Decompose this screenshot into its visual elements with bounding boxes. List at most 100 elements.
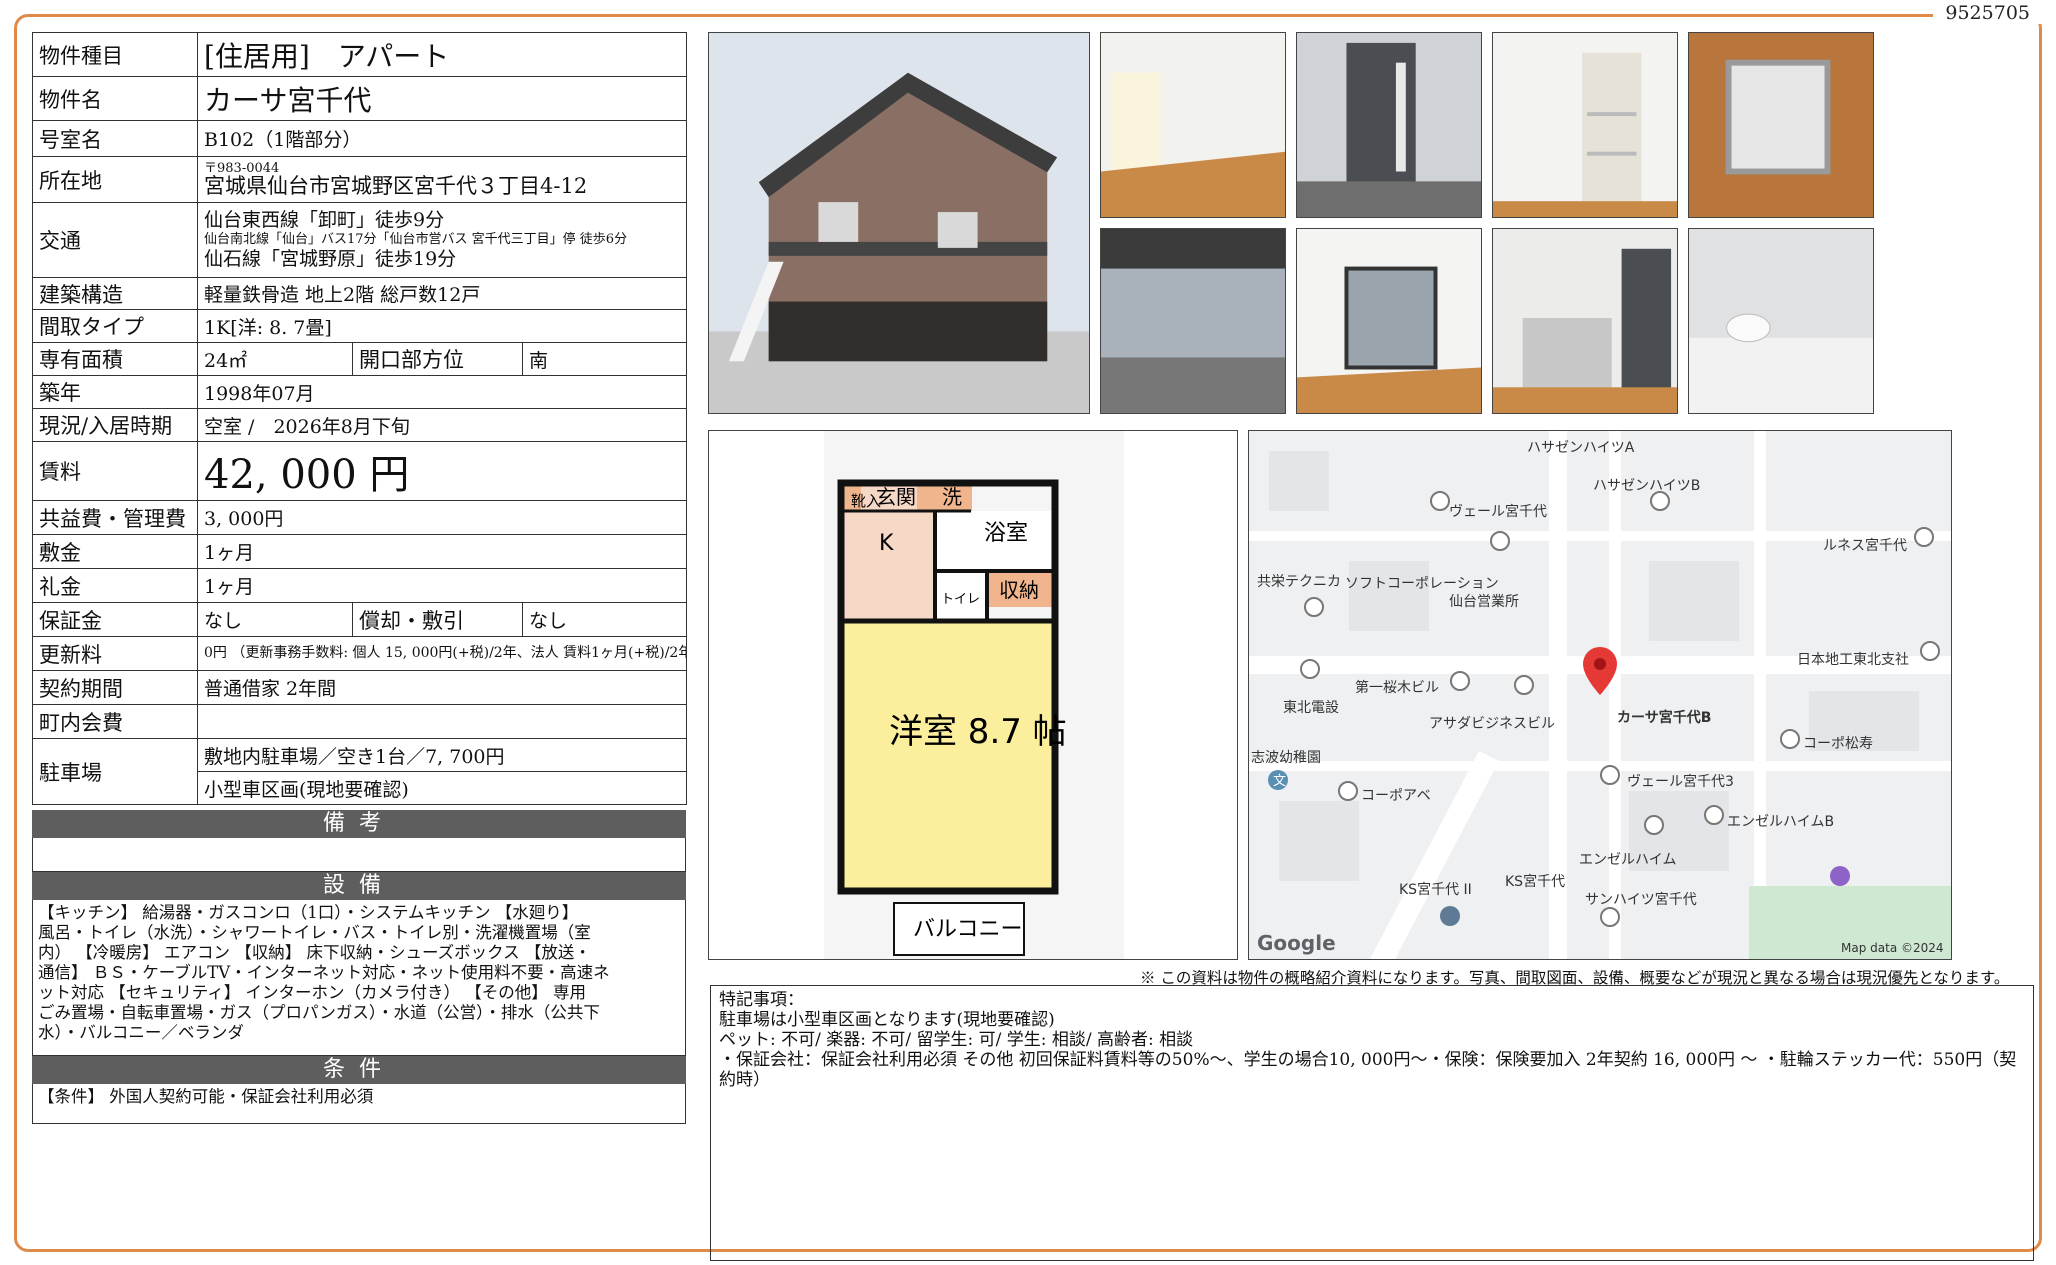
special-notes-line: ペット: 不可/ 楽器: 不可/ 留学生: 可/ 学生: 相談/ 高齢者: 相談: [719, 1030, 1194, 1050]
room-bath: 浴室: [984, 521, 1028, 546]
status-label: 現況/入居時期: [32, 408, 198, 442]
type-value: [住居用] アパート: [196, 32, 688, 77]
facilities-box: 【キッチン】 給湯器・ガスコンロ（1口）・システムキッチン 【水廻り】 風呂・ト…: [32, 900, 686, 1056]
property-table: 物件種目 [住居用] アパート 物件名 カーサ宮千代 号室名 B102（1階部分…: [32, 32, 688, 805]
community-value: [196, 704, 688, 739]
room-western: 洋室 8.7 帖: [889, 712, 1067, 752]
deposit-label: 敷金: [32, 534, 198, 569]
transport-line-1: 仙台東西線「卸町」徒歩9分: [204, 209, 445, 231]
area-label: 専有面積: [32, 342, 198, 376]
conditions-header: 条件: [32, 1056, 686, 1084]
facilities-line: 【キッチン】 給湯器・ガスコンロ（1口）・システムキッチン 【水廻り】: [38, 903, 579, 922]
address-label: 所在地: [32, 156, 198, 203]
map-label: コーポ松寿: [1803, 736, 1873, 752]
transport-line-2: 仙台南北線「仙台」バス17分「仙台市営バス 宮千代三丁目」停 徒歩6分: [204, 232, 628, 247]
room-photo-7: [1492, 228, 1678, 414]
map-pin-icon: [1300, 659, 1320, 679]
facilities-line: 通信】 ＢＳ・ケーブルTV・インターネット対応・ネット使用料不要・高速ネ: [38, 963, 610, 982]
remarks-header: 備考: [32, 810, 686, 838]
fee-value: 3, 000円: [196, 500, 688, 535]
map-label-target: カーサ宮千代B: [1617, 710, 1712, 726]
room-label: 号室名: [32, 120, 198, 157]
map-pin-icon: [1600, 765, 1620, 785]
map-label: KS宮千代: [1505, 874, 1566, 890]
transport-label: 交通: [32, 202, 198, 278]
room-toilet: トイレ: [941, 592, 980, 607]
special-notes-line: ・保証会社：保証会社利用必須 その他 初回保証料賃料等の50%～、学生の場合10…: [719, 1050, 2017, 1090]
room-storage: 収納: [999, 578, 1039, 602]
map-pin-icon: [1780, 729, 1800, 749]
facilities-line: ごみ置場・自転車置場・ガス（プロパンガス）・水道（公営）・排水（公共下: [38, 1003, 600, 1022]
map-pin-icon: [1490, 531, 1510, 551]
amort-value: なし: [521, 602, 688, 637]
address-value: 宮城県仙台市宮城野区宮千代３丁目4-12: [204, 174, 588, 198]
map-label: 共栄テクニカ: [1257, 574, 1341, 590]
status-value: 空室 / 2026年8月下旬: [196, 408, 688, 442]
room-photo-2: [1296, 32, 1482, 218]
renewal-value: 0円 （更新事務手数料: 個人 15, 000円(+税)/2年、法人 賃料1ヶ月…: [196, 636, 688, 671]
parking-value-2: 小型車区画(現地要確認): [196, 771, 688, 805]
guarantee-value: なし: [197, 602, 353, 637]
room-photo-6: [1296, 228, 1482, 414]
map-attribution: Map data ©2024: [1841, 941, 1944, 955]
special-notes-title: 特記事項：: [719, 990, 804, 1010]
location-map[interactable]: ハサゼンハイツA ハサゼンハイツB ヴェール宮千代 ルネス宮千代 共栄テクニカ …: [1248, 430, 1952, 960]
map-pin-icon: [1338, 781, 1358, 801]
map-label: サンハイツ宮千代: [1585, 892, 1697, 908]
map-pin-icon: [1600, 907, 1620, 927]
deposit-value: 1ヶ月: [196, 534, 688, 569]
map-label: ルネス宮千代: [1823, 538, 1907, 554]
conditions-box: 【条件】 外国人契約可能・保証会社利用必須: [32, 1084, 686, 1124]
room-photo-1: [1100, 32, 1286, 218]
key-money-value: 1ヶ月: [196, 568, 688, 603]
transport-line-3: 仙石線「宮城野原」徒歩19分: [204, 248, 457, 270]
area-value: 24㎡: [197, 342, 353, 376]
fee-label: 共益費・管理費: [32, 500, 198, 535]
room-photo-3: [1492, 32, 1678, 218]
map-label: エンゼルハイム: [1579, 852, 1677, 868]
map-pin-icon: [1644, 815, 1664, 835]
key-money-label: 礼金: [32, 568, 198, 603]
map-marker-icon: [1440, 906, 1460, 926]
map-pin-icon: [1304, 597, 1324, 617]
map-label: ハサゼンハイツA: [1527, 440, 1635, 456]
map-label: アサダビジネスビル: [1429, 716, 1555, 732]
map-pin-icon: [1430, 491, 1450, 511]
school-icon: 文: [1268, 770, 1288, 790]
renewal-label: 更新料: [32, 636, 198, 671]
map-label: KS宮千代 II: [1399, 882, 1472, 898]
built-label: 築年: [32, 375, 198, 409]
property-name: カーサ宮千代: [196, 76, 688, 121]
facilities-line: 水）・バルコニー／ベランダ: [38, 1023, 244, 1042]
name-label: 物件名: [32, 76, 198, 121]
room-washroom: 洗: [942, 485, 962, 509]
facilities-line: 風呂・トイレ（水洗）・シャワートイレ・バス・トイレ別・洗濯機置場（室: [38, 923, 591, 942]
address-cell: 〒983-0044 宮城県仙台市宮城野区宮千代３丁目4-12: [196, 156, 688, 203]
amort-label: 償却・敷引: [352, 602, 523, 637]
room-kitchen: K: [879, 531, 894, 556]
parking-label: 駐車場: [32, 738, 198, 805]
type-label: 物件種目: [32, 32, 198, 77]
map-label: 仙台営業所: [1449, 594, 1519, 610]
facilities-line: 内） 【冷暖房】 エアコン 【収納】 床下収納・シューズボックス 【放送・: [38, 943, 591, 962]
room-value: B102（1階部分）: [196, 120, 688, 157]
rent-value: 42, 000 円: [196, 441, 688, 501]
map-label: ソフトコーポレーション: [1345, 576, 1499, 592]
special-notes: 特記事項： 駐車場は小型車区画となります(現地要確認) ペット: 不可/ 楽器:…: [710, 985, 2034, 1261]
map-pin-icon: [1704, 805, 1724, 825]
building-exterior-photo: [708, 32, 1090, 414]
map-label: エンゼルハイムB: [1727, 814, 1835, 830]
svg-text:文: 文: [1273, 774, 1286, 789]
guarantee-label: 保証金: [32, 602, 198, 637]
map-pin-icon: [1450, 671, 1470, 691]
map-label: 志波幼稚園: [1251, 750, 1321, 766]
map-label: コーポアベ: [1361, 788, 1431, 804]
room-balcony: バルコニー: [913, 917, 1023, 942]
structure-value: 軽量鉄骨造 地上2階 総戸数12戸: [196, 277, 688, 310]
floor-plan: 靴入 玄関 洗 K 浴室 トイレ 収納 洋室 8.7 帖 バルコニー: [708, 430, 1238, 960]
map-pin-icon: [1650, 491, 1670, 511]
facilities-header: 設備: [32, 872, 686, 900]
target-location-pin-icon[interactable]: [1583, 647, 1617, 695]
direction-label: 開口部方位: [352, 342, 523, 376]
room-photo-8: [1688, 228, 1874, 414]
